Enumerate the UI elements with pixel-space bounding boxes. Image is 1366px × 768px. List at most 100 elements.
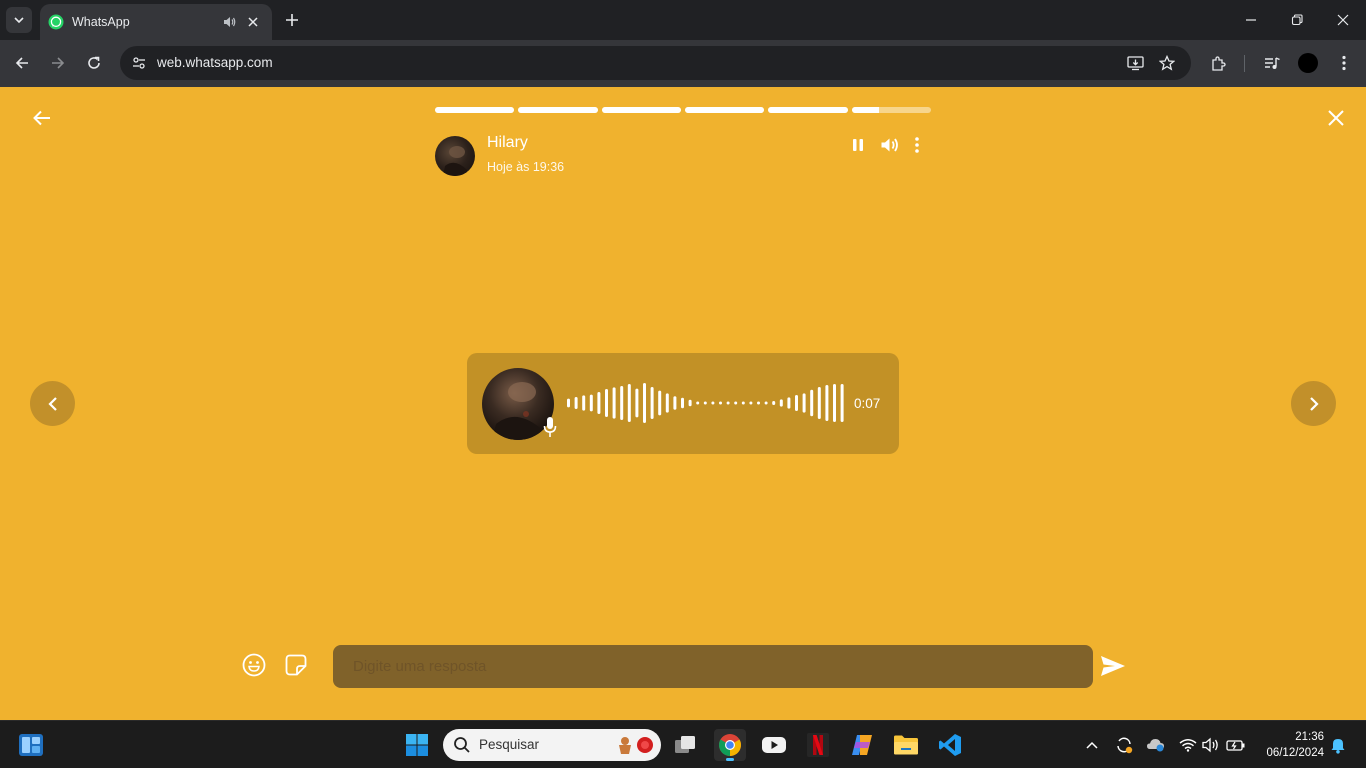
sticker-button[interactable]	[283, 652, 309, 678]
browser-tab[interactable]: WhatsApp	[40, 4, 272, 40]
arrow-left-icon	[33, 110, 50, 126]
waveform-bar	[711, 401, 715, 405]
volume-tray-icon[interactable]	[1201, 735, 1221, 755]
wifi-icon[interactable]	[1178, 735, 1198, 755]
sticker-icon	[285, 654, 307, 676]
waveform-bar	[696, 401, 700, 405]
clock-date: 06/12/2024	[1266, 747, 1324, 759]
waveform-bar	[779, 399, 783, 407]
waveform-bar	[749, 401, 753, 405]
netflix-taskbar-button[interactable]	[802, 729, 834, 761]
progress-segment-fill	[768, 107, 848, 113]
kebab-menu-icon	[915, 137, 919, 153]
chrome-menu-icon[interactable]	[1333, 52, 1355, 74]
status-timestamp: Hoje às 19:36	[487, 160, 565, 174]
waveform-bar	[688, 399, 692, 407]
address-bar[interactable]: web.whatsapp.com	[120, 46, 1191, 80]
minimize-button[interactable]	[1241, 10, 1261, 30]
start-button[interactable]	[401, 729, 433, 761]
show-hidden-icons-button[interactable]	[1082, 735, 1102, 755]
voice-duration: 0:07	[854, 396, 881, 411]
close-icon	[1328, 110, 1344, 126]
volume-button[interactable]	[879, 134, 901, 156]
file-explorer-taskbar-button[interactable]	[890, 729, 922, 761]
vscode-taskbar-button[interactable]	[934, 729, 966, 761]
reply-input[interactable]	[333, 645, 1093, 688]
waveform-bar	[658, 390, 662, 416]
waveform-bar	[673, 396, 677, 410]
task-view-button[interactable]	[669, 729, 701, 761]
media-controls-icon[interactable]	[1261, 52, 1283, 74]
notifications-bell-icon[interactable]	[1328, 735, 1348, 755]
speaker-icon[interactable]	[220, 13, 238, 31]
waveform-bar	[802, 393, 806, 413]
progress-segment	[768, 107, 848, 113]
pause-button[interactable]	[847, 134, 869, 156]
browser-toolbar: web.whatsapp.com	[0, 40, 1366, 87]
onedrive-tray-icon[interactable]	[1146, 735, 1166, 755]
waveform-bar	[665, 393, 669, 413]
site-info-icon[interactable]	[128, 52, 150, 74]
arrow-left-icon	[15, 57, 28, 69]
pause-icon	[853, 139, 863, 151]
waveform-bar	[589, 394, 593, 412]
emoji-button[interactable]	[241, 652, 267, 678]
tab-search-button[interactable]	[6, 7, 32, 33]
new-tab-button[interactable]	[282, 10, 302, 30]
next-status-button[interactable]	[1291, 381, 1336, 426]
bookmark-star-icon[interactable]	[1156, 52, 1178, 74]
extensions-icon[interactable]	[1207, 52, 1229, 74]
progress-segment-fill	[435, 107, 515, 113]
status-progress-bar	[435, 107, 931, 113]
voice-waveform[interactable]	[565, 371, 845, 435]
chevron-right-icon	[1309, 396, 1319, 411]
system-clock[interactable]: 21:36 06/12/2024	[1252, 729, 1324, 761]
battery-icon[interactable]	[1226, 735, 1246, 755]
copilot-taskbar-button[interactable]	[846, 729, 878, 761]
waveform-bar	[764, 401, 768, 405]
progress-segment	[684, 107, 765, 113]
reload-button[interactable]	[83, 52, 105, 74]
status-menu-button[interactable]	[906, 134, 928, 156]
status-back-button[interactable]	[30, 106, 54, 130]
youtube-taskbar-button[interactable]	[758, 729, 790, 761]
waveform-bar	[605, 389, 608, 417]
restore-button[interactable]	[1287, 10, 1307, 30]
progress-segment	[435, 107, 515, 113]
chrome-taskbar-button[interactable]	[714, 729, 746, 761]
contact-avatar[interactable]	[435, 136, 475, 176]
close-tab-icon[interactable]	[244, 13, 262, 31]
install-app-icon[interactable]	[1124, 52, 1146, 74]
waveform-bar	[817, 387, 821, 419]
chrome-icon	[719, 734, 741, 756]
progress-segment	[601, 107, 681, 113]
smiley-icon	[242, 653, 266, 677]
waveform-bar	[810, 389, 814, 417]
status-close-button[interactable]	[1324, 106, 1348, 130]
profile-avatar[interactable]	[1298, 53, 1318, 73]
waveform-bar	[703, 401, 707, 405]
waveform-bar	[840, 384, 844, 422]
url-text[interactable]: web.whatsapp.com	[157, 55, 273, 70]
voice-note-card[interactable]: 0:07	[467, 353, 899, 454]
close-window-button[interactable]	[1333, 10, 1353, 30]
widgets-icon[interactable]	[18, 733, 44, 757]
waveform-bar	[681, 397, 684, 409]
taskbar-search[interactable]: Pesquisar	[443, 729, 661, 761]
clock-time: 21:36	[1295, 731, 1324, 743]
back-button[interactable]	[11, 52, 33, 74]
waveform-bar	[757, 401, 760, 405]
sync-tray-icon[interactable]	[1114, 735, 1134, 755]
waveform-bar	[643, 383, 646, 423]
forward-button[interactable]	[47, 52, 69, 74]
waveform-bar	[719, 401, 722, 405]
search-placeholder: Pesquisar	[479, 737, 540, 752]
progress-segment-fill	[851, 107, 880, 113]
progress-segment-fill	[601, 107, 681, 113]
youtube-icon	[762, 737, 786, 753]
previous-status-button[interactable]	[30, 381, 75, 426]
waveform-bar	[734, 401, 738, 405]
windows-logo-icon	[406, 734, 428, 756]
contact-name[interactable]: Hilary	[487, 134, 528, 152]
send-button[interactable]	[1100, 653, 1126, 679]
